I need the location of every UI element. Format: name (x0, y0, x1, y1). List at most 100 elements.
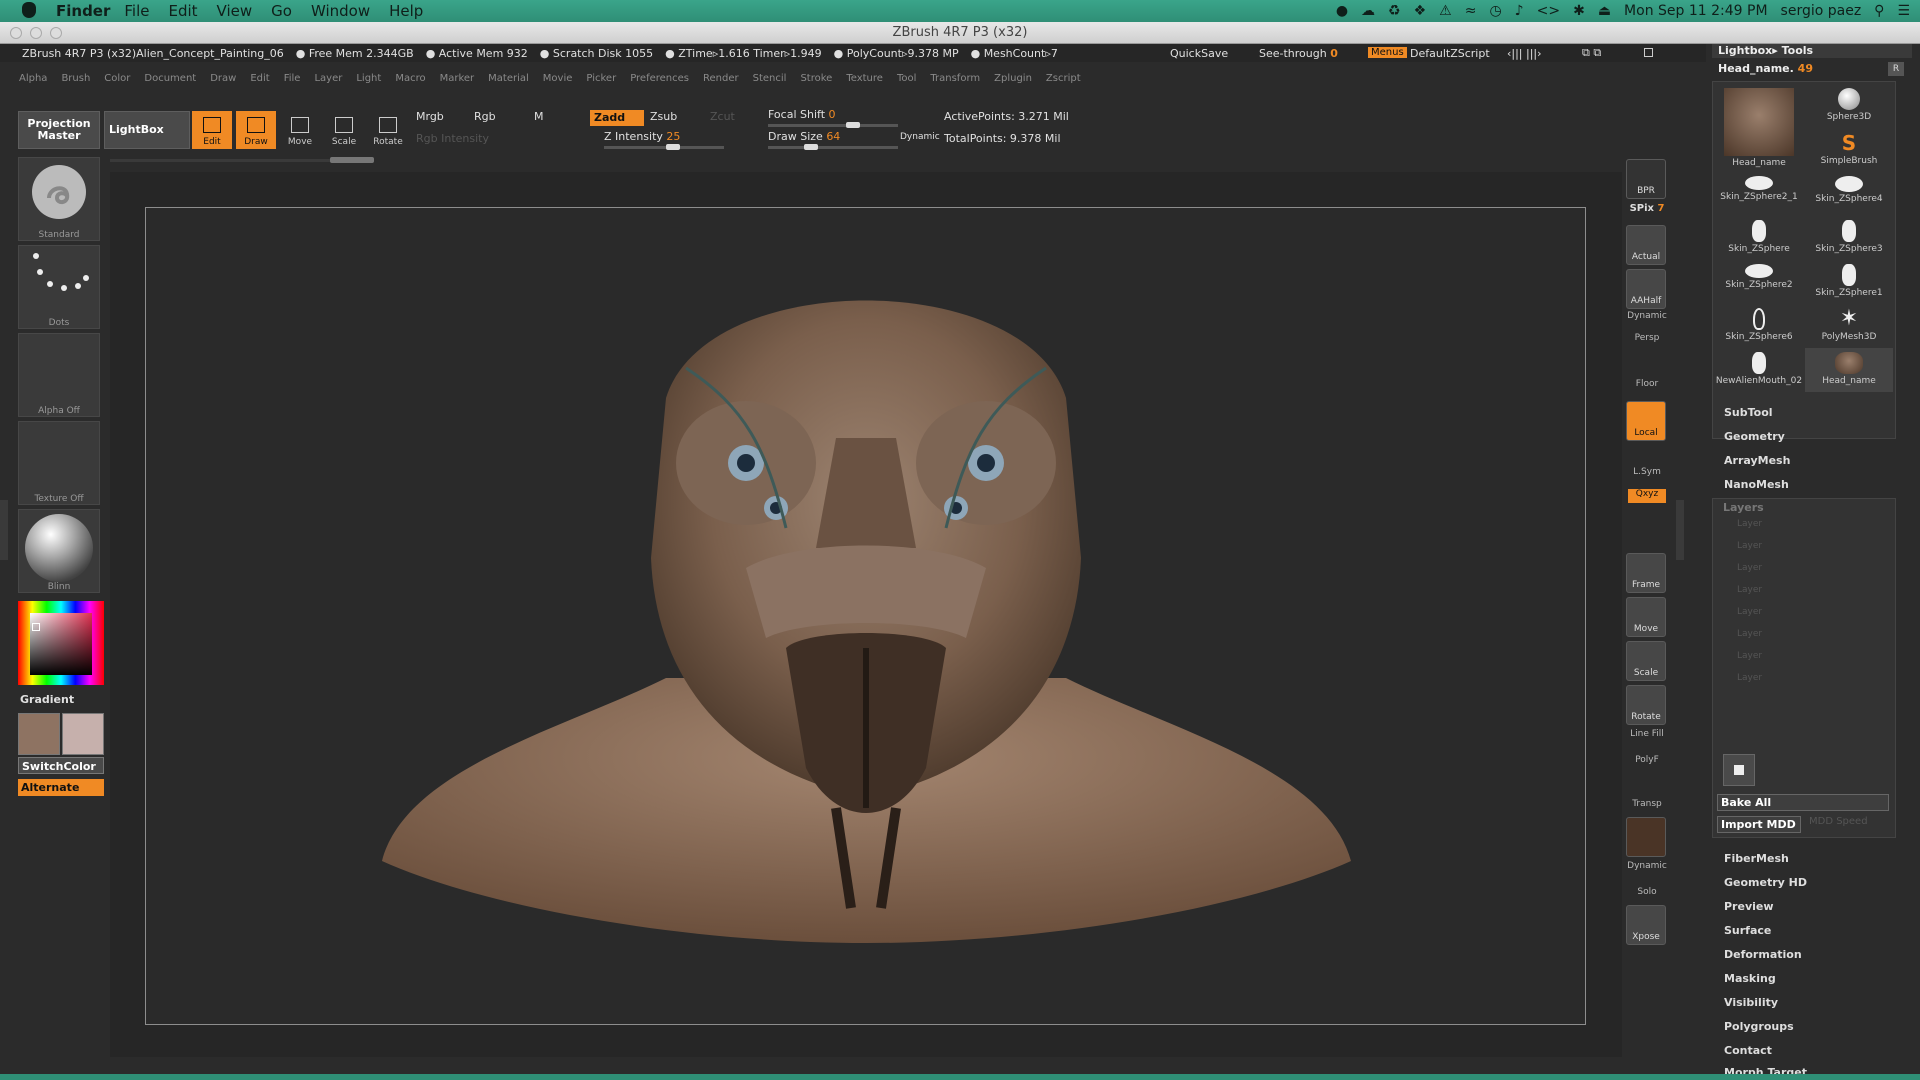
tray-toggle-icon[interactable]: ‹||| |||› (1507, 47, 1542, 60)
lightbox-tools-header[interactable]: Lightbox▸ Tools (1712, 44, 1912, 58)
search-icon[interactable]: ⚲ (1874, 3, 1884, 19)
layout-icons[interactable]: ⧉ ⧉ (1582, 46, 1601, 60)
lock-icon[interactable] (1644, 48, 1653, 57)
alien-head-sculpt[interactable] (146, 208, 1587, 1026)
m-button[interactable]: M (534, 110, 544, 123)
menu-transform[interactable]: Transform (930, 73, 980, 84)
persp-button[interactable]: Persp (1624, 333, 1670, 343)
actual-button[interactable]: Actual (1626, 225, 1666, 265)
scale-view-button[interactable]: Scale (1626, 641, 1666, 681)
quicksave-button[interactable]: QuickSave (1170, 47, 1228, 60)
switchcolor-button[interactable]: SwitchColor (18, 757, 104, 774)
menu-movie[interactable]: Movie (543, 73, 573, 84)
bluetooth-icon[interactable]: ✱ (1573, 3, 1585, 19)
solo-button[interactable]: Solo (1624, 887, 1670, 897)
rotate-button[interactable]: Rotate (368, 111, 408, 149)
menu-texture[interactable]: Texture (846, 73, 883, 84)
menu-zplugin[interactable]: Zplugin (994, 73, 1032, 84)
notifications-icon[interactable]: ☰ (1897, 3, 1910, 19)
apple-icon[interactable] (22, 2, 36, 18)
menu-stencil[interactable]: Stencil (753, 73, 787, 84)
menus-button[interactable]: Menus (1368, 47, 1407, 58)
tool-polymesh3d[interactable]: ✶ PolyMesh3D (1805, 304, 1893, 348)
menu-zscript[interactable]: Zscript (1046, 73, 1081, 84)
stroke-thumbnail[interactable]: Dots (18, 245, 100, 329)
menu-go[interactable]: Go (271, 2, 292, 20)
menu-help[interactable]: Help (389, 2, 423, 20)
menu-stroke[interactable]: Stroke (800, 73, 832, 84)
menu-picker[interactable]: Picker (586, 73, 616, 84)
toolbar-scrollbar[interactable] (110, 157, 374, 163)
rotate-view-button[interactable]: Rotate (1626, 685, 1666, 725)
main-color-swatch[interactable] (18, 713, 60, 755)
tool-skin-zsphere4[interactable]: Skin_ZSphere4 (1805, 172, 1893, 216)
subtool-menu[interactable]: SubTool (1724, 406, 1773, 419)
menu-edit-z[interactable]: Edit (250, 73, 269, 84)
geometry-hd-menu[interactable]: Geometry HD (1724, 876, 1807, 889)
focal-shift-track[interactable] (768, 122, 898, 128)
canvas[interactable] (145, 207, 1586, 1025)
masking-menu[interactable]: Masking (1724, 972, 1776, 985)
xyz-button[interactable]: Qxyz (1628, 489, 1666, 503)
draw-button[interactable]: Draw (236, 111, 276, 149)
menu-file-z[interactable]: File (284, 73, 301, 84)
menu-material[interactable]: Material (488, 73, 529, 84)
tool-skin-zsphere2[interactable]: Skin_ZSphere2 (1715, 260, 1803, 304)
menu-document[interactable]: Document (144, 73, 196, 84)
menu-view[interactable]: View (217, 2, 253, 20)
dropbox-icon[interactable]: ❖ (1414, 3, 1427, 19)
rgb-button[interactable]: Rgb (474, 110, 496, 123)
mdd-speed-slider[interactable]: MDD Speed (1809, 816, 1868, 827)
surface-menu[interactable]: Surface (1724, 924, 1771, 937)
menu-brush[interactable]: Brush (61, 73, 90, 84)
xpose-button[interactable]: Xpose (1626, 905, 1666, 945)
polyf-button[interactable]: PolyF (1624, 755, 1670, 765)
move-view-button[interactable]: Move (1626, 597, 1666, 637)
draw-size-track[interactable] (768, 144, 898, 150)
z-intensity-slider[interactable]: Z Intensity 25 (604, 130, 680, 143)
tool-skin-zsphere3[interactable]: Skin_ZSphere3 (1805, 216, 1893, 260)
bpr-button[interactable]: BPR (1626, 159, 1666, 199)
layer-slot[interactable]: Layer (1737, 607, 1762, 617)
local-button[interactable]: Local (1626, 401, 1666, 441)
zsub-button[interactable]: Zsub (650, 110, 677, 123)
menu-color[interactable]: Color (104, 73, 130, 84)
timemachine-icon[interactable]: ◷ (1489, 3, 1501, 19)
move-button[interactable]: Move (280, 111, 320, 149)
arraymesh-menu[interactable]: ArrayMesh (1724, 454, 1790, 467)
menu-alpha[interactable]: Alpha (19, 73, 47, 84)
visibility-menu[interactable]: Visibility (1724, 996, 1778, 1009)
wifi-icon[interactable]: ≈ (1465, 3, 1477, 19)
menu-draw[interactable]: Draw (210, 73, 236, 84)
lightbox-button[interactable]: LightBox (104, 111, 190, 149)
gradient-label[interactable]: Gradient (20, 693, 74, 706)
minimize-icon[interactable] (30, 27, 42, 39)
lsym-button[interactable]: L.Sym (1624, 467, 1670, 477)
menu-tool[interactable]: Tool (897, 73, 916, 84)
menu-layer[interactable]: Layer (314, 73, 342, 84)
clock[interactable]: Mon Sep 11 2:49 PM (1624, 3, 1767, 19)
menu-light[interactable]: Light (356, 73, 381, 84)
menu-file[interactable]: File (124, 2, 149, 20)
app-menu[interactable]: Finder (56, 2, 110, 20)
tool-skin-zsphere1[interactable]: Skin_ZSphere1 (1805, 260, 1893, 304)
aahalf-button[interactable]: AAHalf (1626, 269, 1666, 309)
volume-icon[interactable]: ♪ (1515, 3, 1524, 19)
r-button[interactable]: R (1888, 62, 1904, 76)
floor-button[interactable]: Floor (1624, 379, 1670, 389)
layer-slot[interactable]: Layer (1737, 541, 1762, 551)
user-name[interactable]: sergio paez (1781, 3, 1862, 19)
cloud-icon[interactable]: ☁ (1361, 3, 1375, 19)
frame-button[interactable]: Frame (1626, 553, 1666, 593)
alternate-button[interactable]: Alternate (18, 779, 104, 796)
zcut-button[interactable]: Zcut (710, 110, 735, 123)
default-zscript-button[interactable]: DefaultZScript (1410, 47, 1490, 60)
menu-render[interactable]: Render (703, 73, 739, 84)
ghost-button[interactable] (1626, 817, 1666, 857)
menu-preferences[interactable]: Preferences (630, 73, 689, 84)
layer-slot[interactable]: Layer (1737, 585, 1762, 595)
tool-head-name-2[interactable]: Head_name (1805, 348, 1893, 392)
preview-menu[interactable]: Preview (1724, 900, 1774, 913)
menu-edit[interactable]: Edit (168, 2, 197, 20)
material-thumbnail[interactable]: Blinn (18, 509, 100, 593)
